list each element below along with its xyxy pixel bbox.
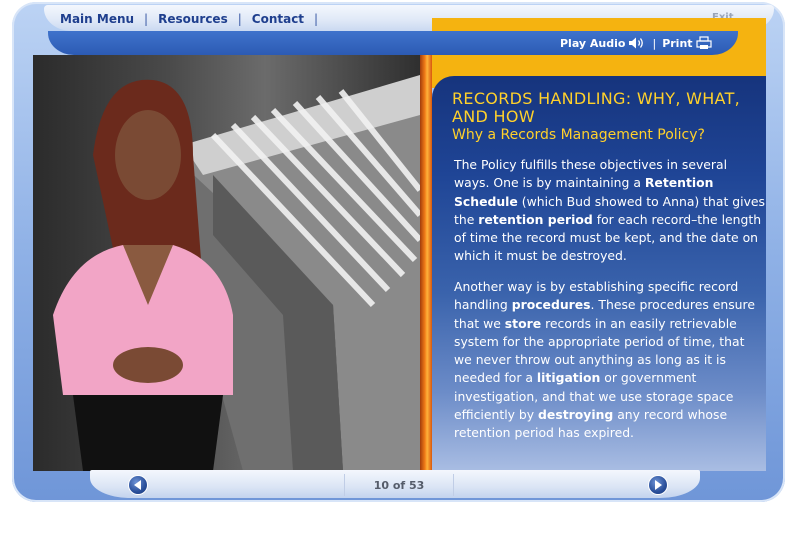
main-nav: Main Menu | Resources | Contact | <box>60 10 328 28</box>
play-audio-label: Play Audio <box>560 36 626 50</box>
page-counter: 10 of 53 <box>344 474 454 496</box>
nav-main-menu[interactable]: Main Menu <box>60 12 134 26</box>
nav-separator: | <box>314 12 319 26</box>
bold-term: procedures <box>511 297 591 313</box>
page-subtitle: Why a Records Management Policy? <box>452 127 705 143</box>
bold-term: destroying <box>538 407 614 423</box>
nav-separator: | <box>144 12 149 26</box>
presenter-photo <box>33 55 420 471</box>
printer-icon <box>695 36 712 49</box>
bold-term: retention period <box>478 211 593 227</box>
bold-term: store <box>504 315 542 331</box>
speaker-icon <box>629 37 644 49</box>
nav-separator: | <box>237 12 242 26</box>
previous-page-button[interactable] <box>129 476 147 494</box>
tool-separator: | <box>652 36 657 50</box>
next-page-button[interactable] <box>649 476 667 494</box>
nav-contact[interactable]: Contact <box>252 12 304 26</box>
play-audio-button[interactable]: Play Audio <box>560 36 646 50</box>
page-title: RECORDS HANDLING: WHY, WHAT, AND HOW <box>452 89 741 126</box>
arrow-left-icon <box>134 480 141 490</box>
nav-resources[interactable]: Resources <box>158 12 228 26</box>
bold-term: litigation <box>536 370 601 386</box>
paragraph-2: Another way is by establishing specific … <box>454 278 766 443</box>
section-divider <box>420 55 432 471</box>
toolbar: Play Audio | Print <box>560 36 712 50</box>
print-button[interactable]: Print <box>662 36 712 50</box>
print-label: Print <box>662 36 693 50</box>
presenter-illustration <box>53 75 420 471</box>
paragraph-1: The Policy fulfills these objectives in … <box>454 156 766 266</box>
arrow-right-icon <box>655 480 662 490</box>
